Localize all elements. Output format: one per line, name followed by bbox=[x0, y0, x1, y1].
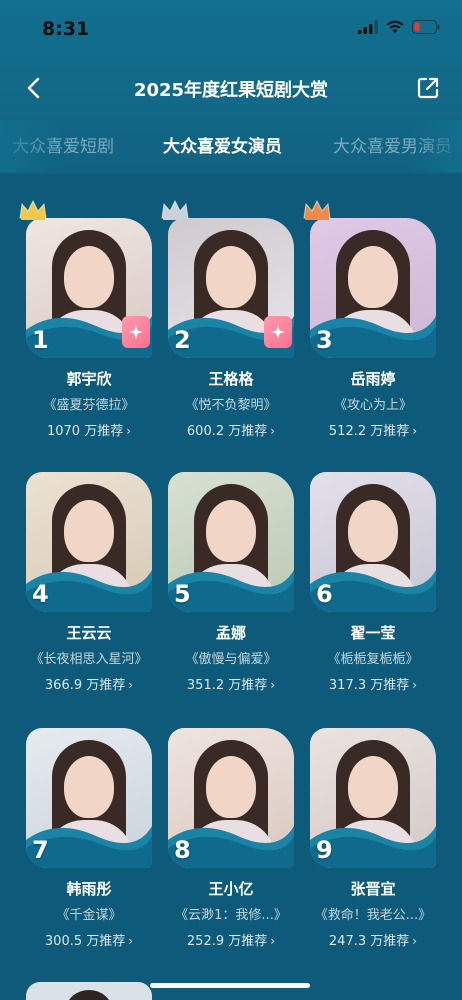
actress-card[interactable]: 1 郭宇欣 《盛夏芬德拉》 1070 万推荐 › bbox=[19, 198, 152, 439]
actress-card[interactable]: 4 王云云 《长夜相思入星河》 366.9 万推荐 › bbox=[26, 452, 152, 693]
chevron-right-icon: › bbox=[412, 934, 418, 948]
top-nav: 2025年度红果短剧大赏 bbox=[0, 58, 462, 120]
status-time: 8:31 bbox=[42, 18, 90, 40]
category-tabs: 大众喜爱短剧 大众喜爱女演员 大众喜爱男演员 bbox=[0, 120, 462, 172]
tab-popular-actresses[interactable]: 大众喜爱女演员 bbox=[163, 132, 282, 157]
page-title: 2025年度红果短剧大赏 bbox=[133, 80, 329, 101]
drama-title: 《悦不负黎明》 bbox=[185, 398, 277, 413]
home-indicator bbox=[150, 983, 310, 988]
recommend-count-link[interactable]: 512.2 万推荐 › bbox=[310, 420, 436, 439]
battery-icon bbox=[412, 20, 440, 34]
chevron-right-icon: › bbox=[412, 424, 418, 438]
rank-number: 5 bbox=[174, 580, 191, 608]
recommend-count: 351.2 万推荐 bbox=[186, 678, 268, 693]
tab-popular-actors[interactable]: 大众喜爱男演员 bbox=[333, 132, 452, 157]
chevron-right-icon: › bbox=[128, 678, 134, 692]
actress-name: 翟一莹 bbox=[350, 624, 396, 642]
drama-title: 《攻心为上》 bbox=[333, 398, 412, 413]
rank-number: 6 bbox=[316, 580, 333, 608]
recommend-count-link[interactable]: 300.5 万推荐 › bbox=[26, 930, 152, 949]
sparkle-badge-icon bbox=[122, 316, 150, 348]
chevron-right-icon: › bbox=[412, 678, 418, 692]
rank-number: 7 bbox=[32, 836, 49, 864]
share-button[interactable] bbox=[412, 72, 444, 104]
share-icon bbox=[417, 77, 439, 99]
status-bar: 8:31 bbox=[0, 0, 462, 58]
rank-number: 2 bbox=[174, 326, 191, 354]
actress-name: 张晋宜 bbox=[350, 880, 396, 898]
actress-card[interactable]: 2 王格格 《悦不负黎明》 600.2 万推荐 › bbox=[161, 198, 294, 439]
drama-title: 《傲慢与偏爱》 bbox=[185, 652, 277, 667]
recommend-count-link[interactable]: 351.2 万推荐 › bbox=[168, 674, 294, 693]
actress-card[interactable]: 8 王小亿 《云渺1：我修...》 252.9 万推荐 › bbox=[168, 708, 294, 949]
recommend-count: 252.9 万推荐 bbox=[186, 934, 268, 949]
actress-card[interactable]: 9 张晋宜 《救命！我老公...》 247.3 万推荐 › bbox=[310, 708, 436, 949]
rank-number: 1 bbox=[32, 326, 49, 354]
actress-card[interactable]: 5 孟娜 《傲慢与偏爱》 351.2 万推荐 › bbox=[168, 452, 294, 693]
chevron-right-icon: › bbox=[270, 934, 276, 948]
recommend-count-link[interactable]: 317.3 万推荐 › bbox=[310, 674, 436, 693]
drama-title: 《千金谋》 bbox=[56, 908, 122, 923]
actress-name: 王格格 bbox=[208, 370, 254, 388]
actress-card[interactable]: 3 岳雨婷 《攻心为上》 512.2 万推荐 › bbox=[303, 198, 436, 439]
rank-number: 9 bbox=[316, 836, 333, 864]
chevron-right-icon: › bbox=[128, 934, 134, 948]
drama-title: 《栀栀复栀栀》 bbox=[327, 652, 419, 667]
drama-title: 《云渺1：我修...》 bbox=[175, 908, 287, 923]
sparkle-badge-icon bbox=[264, 316, 292, 348]
actress-name: 韩雨彤 bbox=[66, 880, 112, 898]
drama-title: 《盛夏芬德拉》 bbox=[43, 398, 135, 413]
recommend-count: 1070 万推荐 bbox=[46, 424, 124, 439]
signal-icon bbox=[358, 20, 378, 34]
recommend-count: 317.3 万推荐 bbox=[328, 678, 410, 693]
rank-number: 8 bbox=[174, 836, 191, 864]
recommend-count: 247.3 万推荐 bbox=[328, 934, 410, 949]
silver-crown-icon bbox=[161, 199, 189, 220]
actress-name: 郭宇欣 bbox=[66, 370, 112, 388]
actress-name: 孟娜 bbox=[215, 624, 246, 642]
bronze-crown-icon bbox=[303, 199, 331, 220]
next-card-peek bbox=[26, 982, 152, 1000]
recommend-count-link[interactable]: 252.9 万推荐 › bbox=[168, 930, 294, 949]
actress-card[interactable]: 6 翟一莹 《栀栀复栀栀》 317.3 万推荐 › bbox=[310, 452, 436, 693]
status-icons bbox=[358, 20, 440, 34]
chevron-right-icon: › bbox=[126, 424, 132, 438]
recommend-count-link[interactable]: 247.3 万推荐 › bbox=[310, 930, 436, 949]
recommend-count-link[interactable]: 366.9 万推荐 › bbox=[26, 674, 152, 693]
recommend-count: 366.9 万推荐 bbox=[44, 678, 126, 693]
gold-crown-icon bbox=[19, 199, 47, 220]
tab-popular-dramas[interactable]: 大众喜爱短剧 bbox=[12, 132, 114, 157]
rank-number: 4 bbox=[32, 580, 49, 608]
recommend-count-link[interactable]: 600.2 万推荐 › bbox=[168, 420, 294, 439]
recommend-count-link[interactable]: 1070 万推荐 › bbox=[26, 420, 152, 439]
actress-card[interactable]: 7 韩雨彤 《千金谋》 300.5 万推荐 › bbox=[26, 708, 152, 949]
rank-number: 3 bbox=[316, 326, 333, 354]
wifi-icon bbox=[386, 20, 404, 33]
chevron-right-icon: › bbox=[270, 424, 276, 438]
recommend-count: 512.2 万推荐 bbox=[328, 424, 410, 439]
drama-title: 《长夜相思入星河》 bbox=[30, 652, 148, 667]
chevron-right-icon: › bbox=[270, 678, 276, 692]
drama-title: 《救命！我老公...》 bbox=[314, 908, 432, 923]
actress-name: 王云云 bbox=[66, 624, 112, 642]
recommend-count: 300.5 万推荐 bbox=[44, 934, 126, 949]
actress-name: 王小亿 bbox=[208, 880, 254, 898]
recommend-count: 600.2 万推荐 bbox=[186, 424, 268, 439]
actress-name: 岳雨婷 bbox=[350, 370, 396, 388]
